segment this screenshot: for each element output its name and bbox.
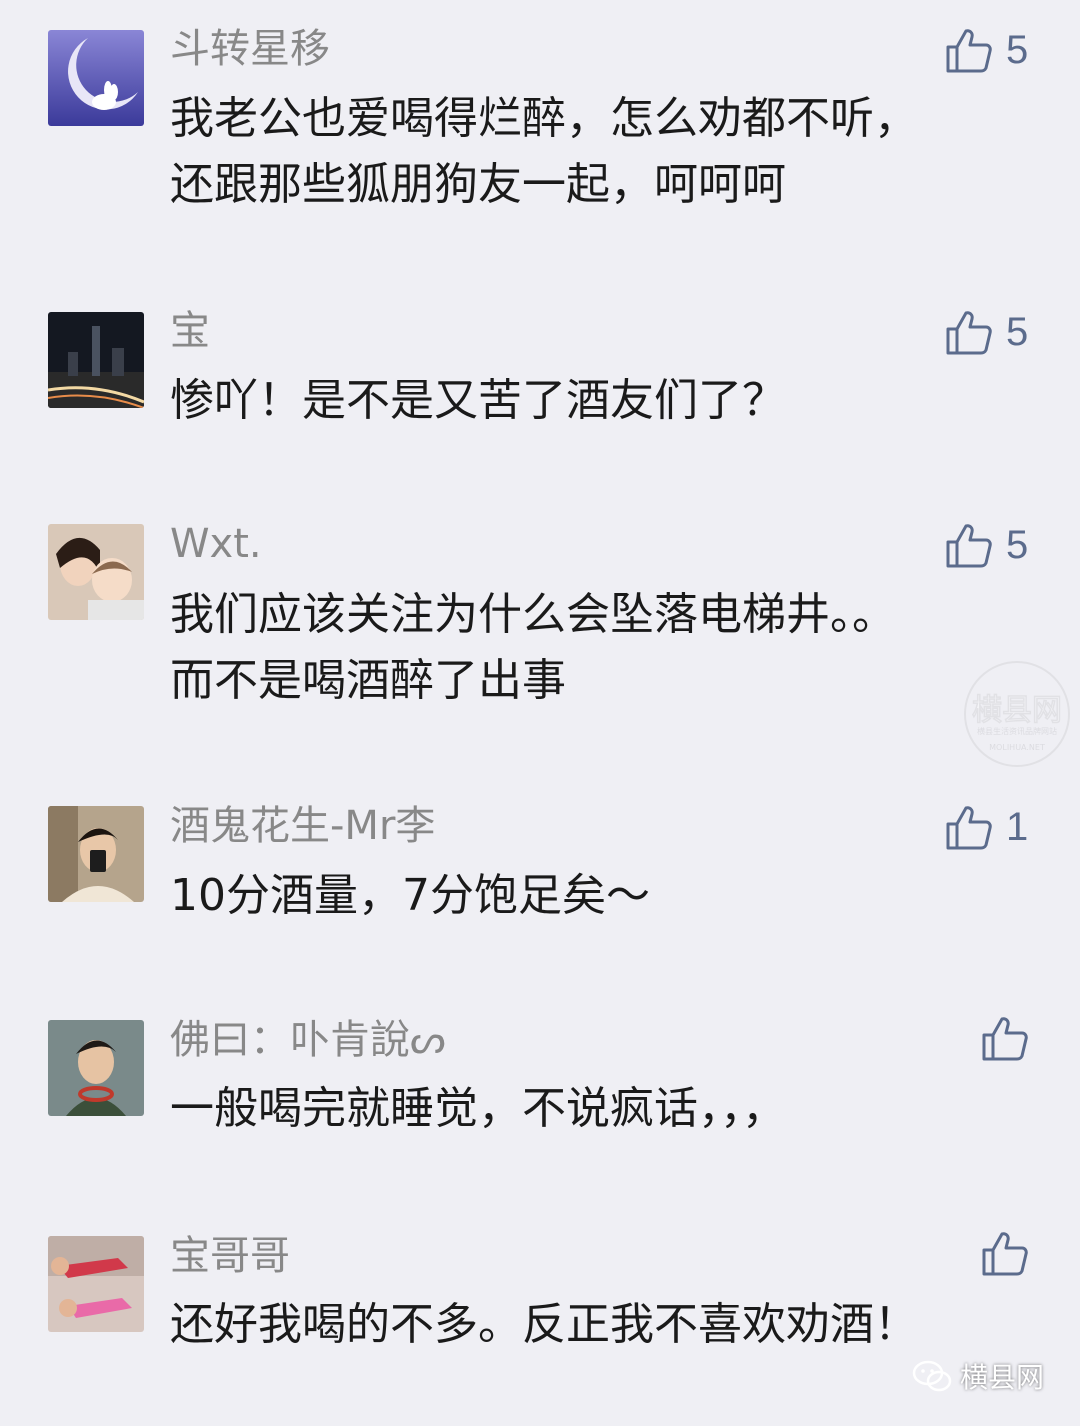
thumbs-up-icon [982, 1017, 1028, 1061]
like-button[interactable]: 5 [944, 20, 1028, 80]
comment-text: 惨吖！是不是又苦了酒友们了？ [170, 375, 786, 426]
thumbs-up-icon [946, 806, 992, 850]
young-man-avatar-icon [48, 1020, 144, 1116]
avatar[interactable] [48, 806, 144, 902]
thumbs-up-icon [946, 311, 992, 355]
like-button[interactable] [980, 1008, 1042, 1068]
brand-watermark: 横县网 [912, 1356, 1044, 1396]
moon-rabbit-avatar-icon [48, 30, 144, 126]
comment-username[interactable]: 酒鬼花生-Mr李 [170, 802, 435, 850]
comment-username[interactable]: Wxt. [170, 520, 262, 568]
avatar[interactable] [48, 312, 144, 408]
mother-baby-avatar-icon [48, 524, 144, 620]
watermark-title: 横县网 [972, 693, 1062, 728]
watermark-subtitle: 横县生活资讯品牌网站 [977, 726, 1057, 736]
comment-username[interactable]: 佛曰：卟肯說ᔕ [170, 1016, 446, 1064]
like-count: 1 [1006, 805, 1029, 849]
comment-username[interactable]: 宝 [170, 307, 210, 355]
comment-text: 我老公也爱喝得烂醉，怎么劝都不听， 还跟那些狐朋狗友一起，呵呵呵 [170, 93, 918, 210]
thumbs-up-icon [946, 524, 992, 568]
thumbs-up-icon [946, 29, 992, 73]
avatar[interactable] [48, 1236, 144, 1332]
comment-username[interactable]: 斗转星移 [170, 25, 330, 73]
wechat-icon [912, 1360, 952, 1392]
watermark-url: MOLIHUA.NET [989, 743, 1045, 752]
avatar[interactable] [48, 30, 144, 126]
comment-text: 10分酒量，7分饱足矣～ [170, 870, 650, 921]
comment-text: 我们应该关注为什么会坠落电梯井。。 而不是喝酒醉了出事 [170, 589, 896, 706]
avatar[interactable] [48, 1020, 144, 1116]
avatar[interactable] [48, 524, 144, 620]
like-button[interactable]: 5 [944, 515, 1028, 575]
comment-text: 还好我喝的不多。反正我不喜欢劝酒！ [170, 1299, 918, 1350]
brand-name: 横县网 [959, 1361, 1044, 1394]
like-button[interactable]: 5 [944, 302, 1028, 362]
like-count: 5 [1006, 28, 1029, 72]
thumbs-up-icon [982, 1232, 1028, 1276]
like-count: 5 [1006, 523, 1029, 567]
like-button[interactable] [980, 1223, 1042, 1283]
night-city-avatar-icon [48, 312, 144, 408]
comment-text: 一般喝完就睡觉，不说疯话，，， [170, 1083, 786, 1134]
watermark-logo: 横县网 横县生活资讯品牌网站 MOLIHUA.NET [964, 661, 1070, 767]
man-selfie-avatar-icon [48, 806, 144, 902]
like-count: 5 [1006, 310, 1029, 354]
comment-username[interactable]: 宝哥哥 [170, 1232, 290, 1280]
like-button[interactable]: 1 [944, 797, 1028, 857]
kids-avatar-icon [48, 1236, 144, 1332]
